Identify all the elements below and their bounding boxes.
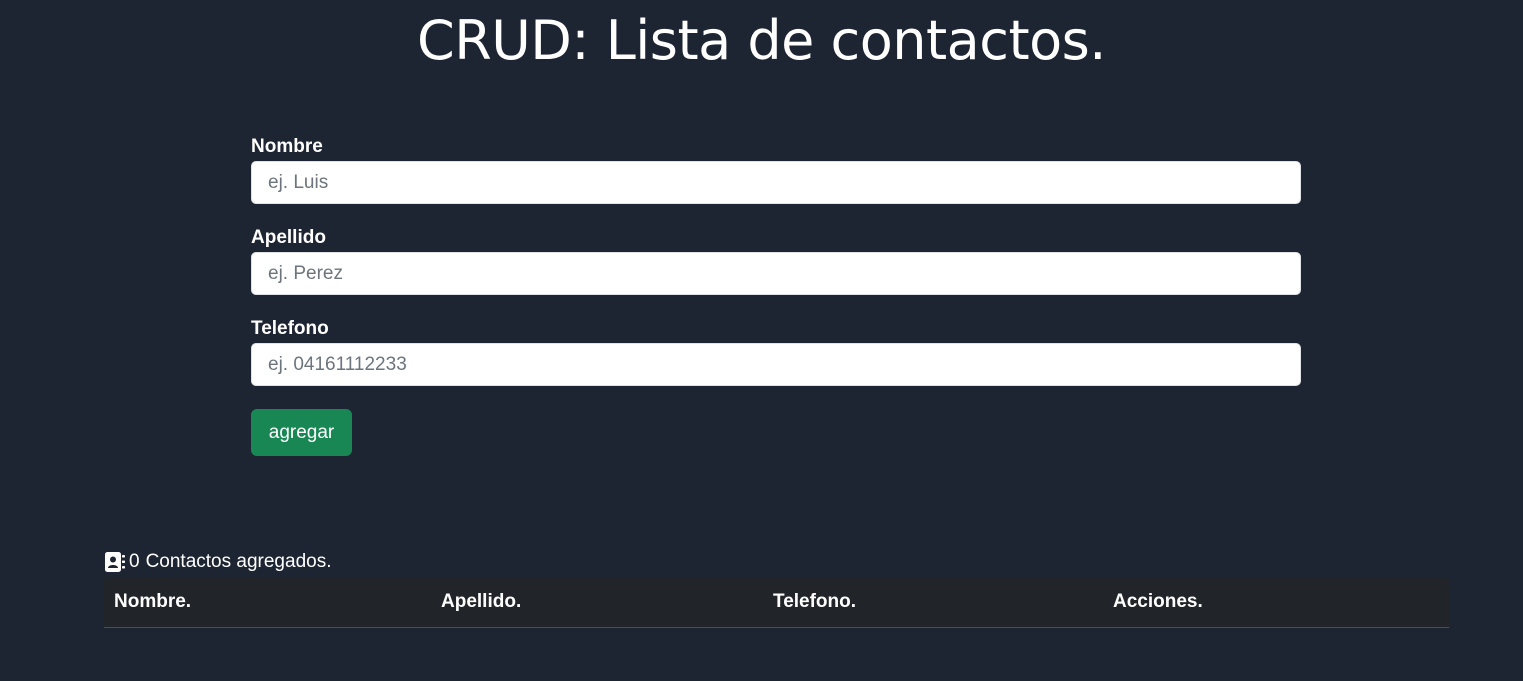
table-header-row: Nombre. Apellido. Telefono. Acciones. (104, 577, 1449, 628)
contacts-count-label: Contactos agregados. (145, 551, 332, 572)
column-header-acciones: Acciones. (1103, 577, 1449, 628)
address-book-icon (104, 551, 126, 573)
telefono-input[interactable] (251, 343, 1301, 386)
column-header-telefono: Telefono. (763, 577, 1103, 628)
contact-form: Nombre Apellido Telefono agregar (251, 133, 1301, 456)
contacts-table-header: Nombre. Apellido. Telefono. Acciones. (104, 577, 1449, 628)
contacts-count-number: 0 (129, 551, 140, 572)
nombre-field-group: Nombre (251, 133, 1301, 204)
column-header-apellido: Apellido. (431, 577, 763, 628)
page-title: CRUD: Lista de contactos. (417, 9, 1106, 72)
agregar-button[interactable]: agregar (251, 409, 352, 456)
nombre-input[interactable] (251, 161, 1301, 204)
apellido-input[interactable] (251, 252, 1301, 295)
telefono-field-group: Telefono (251, 315, 1301, 386)
page: CRUD: Lista de contactos. Nombre Apellid… (0, 0, 1523, 681)
telefono-label: Telefono (251, 318, 329, 339)
nombre-label: Nombre (251, 136, 323, 157)
apellido-label: Apellido (251, 227, 326, 248)
column-header-nombre: Nombre. (104, 577, 431, 628)
contacts-count: 0 Contactos agregados. (104, 549, 331, 575)
contacts-table: Nombre. Apellido. Telefono. Acciones. (104, 577, 1449, 628)
apellido-field-group: Apellido (251, 224, 1301, 295)
